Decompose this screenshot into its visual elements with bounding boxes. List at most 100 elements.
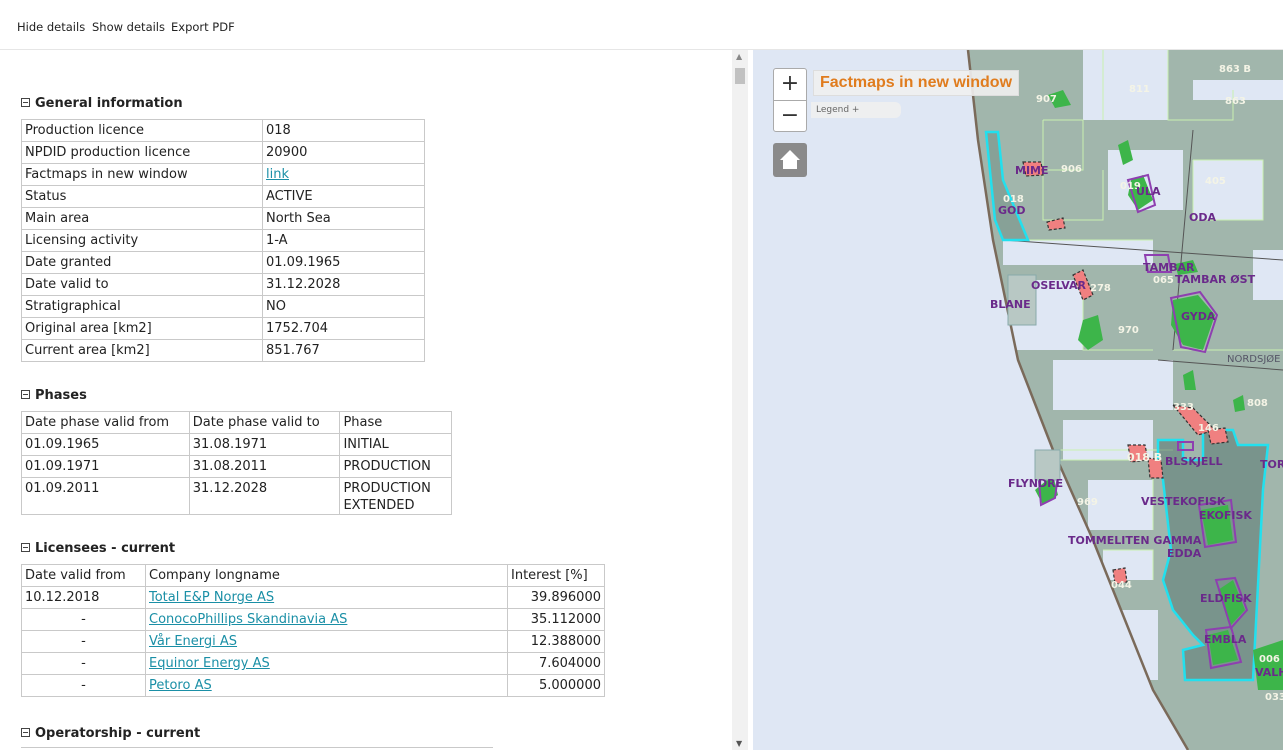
map-label: 146	[1198, 423, 1219, 434]
row-value: 018	[262, 119, 425, 142]
licensees-table: Date valid from Company longname Interes…	[21, 564, 605, 697]
column-header: Date valid from	[21, 564, 146, 587]
map-label: GYDA	[1181, 310, 1216, 323]
table-row: 10.12.2018 Total E&P Norge AS 39.896000	[21, 586, 605, 609]
row-label: Current area [km2]	[21, 339, 263, 362]
map-label: EMBLA	[1204, 633, 1247, 646]
map-label: BLANE	[990, 298, 1031, 311]
map-label: 906	[1061, 164, 1082, 175]
phases-heading[interactable]: Phases	[21, 388, 87, 403]
legend-toggle[interactable]: Legend +	[811, 102, 901, 118]
table-cell: PRODUCTION EXTENDED	[339, 477, 452, 515]
table-row: NPDID production licence 20900	[21, 141, 425, 164]
row-value: 20900	[262, 141, 425, 164]
operatorship-heading[interactable]: Operatorship - current	[21, 726, 200, 741]
licensees-heading[interactable]: Licensees - current	[21, 541, 175, 556]
zoom-control: + −	[773, 68, 807, 132]
row-value: 1-A	[262, 229, 425, 252]
map-label: GOD	[998, 204, 1026, 217]
table-row: Current area [km2] 851.767	[21, 339, 425, 362]
table-edge	[21, 747, 493, 748]
map-label: 044	[1111, 580, 1132, 591]
column-header: Date phase valid to	[188, 411, 341, 434]
company-link[interactable]: Petoro AS	[149, 678, 212, 693]
company-link[interactable]: Vår Energi AS	[149, 634, 237, 649]
table-cell: ConocoPhillips Skandinavia AS	[145, 608, 508, 631]
table-row: Stratigraphical NO	[21, 295, 425, 318]
table-cell: 12.388000	[507, 630, 605, 653]
table-cell: 10.12.2018	[21, 586, 146, 609]
table-row: 01.09.1965 31.08.1971 INITIAL	[21, 433, 452, 456]
table-row: - Equinor Energy AS 7.604000	[21, 652, 605, 675]
map-label: FLYNDRE	[1008, 477, 1063, 490]
row-label: Date granted	[21, 251, 263, 274]
home-button[interactable]	[773, 143, 807, 177]
table-row: 01.09.2011 31.12.2028 PRODUCTION EXTENDED	[21, 477, 452, 515]
map-label: 065	[1153, 275, 1174, 286]
open-block	[1053, 360, 1173, 410]
general-information-heading[interactable]: General information	[21, 96, 183, 111]
column-header: Date phase valid from	[21, 411, 190, 434]
scrollbar-thumb[interactable]	[735, 68, 745, 84]
table-cell: 01.09.1971	[21, 455, 190, 478]
table-cell: PRODUCTION	[339, 455, 452, 478]
export-pdf-link[interactable]: Export PDF	[171, 20, 235, 34]
table-cell: 01.09.2011	[21, 477, 190, 515]
company-link[interactable]: Total E&P Norge AS	[149, 590, 274, 605]
row-label: Status	[21, 185, 263, 208]
map-label: VALHA	[1255, 666, 1283, 679]
map-label: BLSKJELL	[1165, 455, 1222, 468]
scroll-down-icon[interactable]: ▼	[736, 739, 742, 748]
row-value: link	[262, 163, 425, 186]
hatched-block	[1034, 449, 1061, 481]
company-link[interactable]: ConocoPhillips Skandinavia AS	[149, 612, 347, 627]
table-cell: Vår Energi AS	[145, 630, 508, 653]
map-label: ULA	[1136, 185, 1161, 198]
table-row: Status ACTIVE	[21, 185, 425, 208]
hide-details-link[interactable]: Hide details	[17, 20, 85, 34]
factmaps-title[interactable]: Factmaps in new window	[813, 70, 1020, 96]
collapse-icon[interactable]	[21, 98, 30, 107]
table-row: Main area North Sea	[21, 207, 425, 230]
table-cell: -	[21, 652, 146, 675]
column-header: Company longname	[145, 564, 508, 587]
show-details-link[interactable]: Show details	[92, 20, 165, 34]
table-cell: 31.08.1971	[188, 433, 341, 456]
row-label: Production licence	[21, 119, 263, 142]
table-row: - ConocoPhillips Skandinavia AS 35.112000	[21, 608, 605, 631]
map-label: 969	[1077, 497, 1098, 508]
row-label: Date valid to	[21, 273, 263, 296]
map-label: TAMBAR ØST	[1175, 273, 1256, 286]
collapse-icon[interactable]	[21, 390, 30, 399]
zoom-in-button[interactable]: +	[774, 69, 806, 101]
scrollbar[interactable]: ▲ ▼	[732, 50, 748, 750]
company-link[interactable]: Equinor Energy AS	[149, 656, 270, 671]
row-label: Original area [km2]	[21, 317, 263, 340]
table-row: Date granted 01.09.1965	[21, 251, 425, 274]
table-cell: -	[21, 630, 146, 653]
factmaps-link[interactable]: link	[266, 167, 289, 182]
row-label: NPDID production licence	[21, 141, 263, 164]
open-block	[1003, 240, 1153, 265]
table-row: Factmaps in new window link	[21, 163, 425, 186]
collapse-icon[interactable]	[21, 728, 30, 737]
column-header: Interest [%]	[507, 564, 605, 587]
map-label: 970	[1118, 325, 1139, 336]
zoom-out-button[interactable]: −	[774, 101, 806, 132]
table-header-row: Date valid from Company longname Interes…	[21, 564, 605, 587]
general-information-table: Production licence 018 NPDID production l…	[21, 119, 425, 362]
table-row: - Vår Energi AS 12.388000	[21, 630, 605, 653]
home-icon	[780, 150, 800, 169]
map-label: 333	[1173, 402, 1194, 413]
map-view[interactable]: 907 811 863 B 863 906 019 405 018 065 27…	[753, 50, 1283, 750]
row-label: Licensing activity	[21, 229, 263, 252]
map-canvas[interactable]: 907 811 863 B 863 906 019 405 018 065 27…	[753, 50, 1283, 750]
map-label: OSELVAR	[1031, 279, 1087, 292]
map-label: EDDA	[1167, 547, 1202, 560]
map-label: NORDSJØE	[1227, 353, 1281, 365]
row-value: 851.767	[262, 339, 425, 362]
collapse-icon[interactable]	[21, 543, 30, 552]
map-label: 863 B	[1219, 64, 1251, 75]
phases-table: Date phase valid from Date phase valid t…	[21, 411, 452, 515]
scroll-up-icon[interactable]: ▲	[736, 52, 742, 61]
